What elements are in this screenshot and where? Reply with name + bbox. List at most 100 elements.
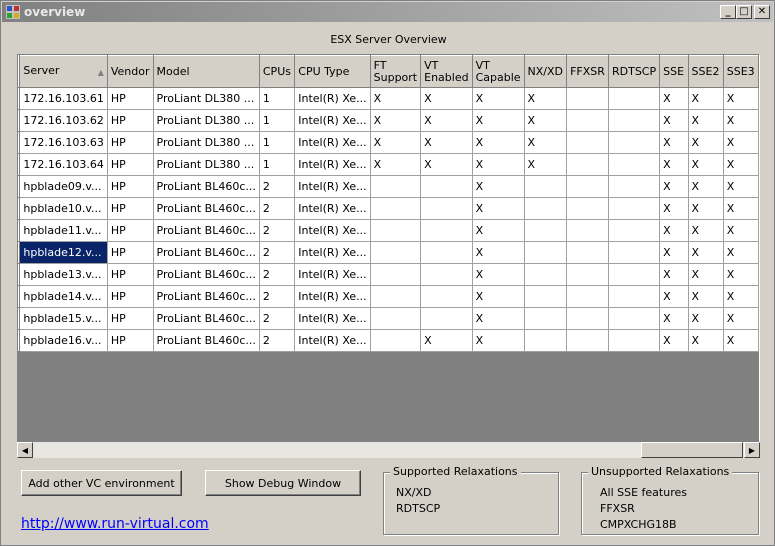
table-cell[interactable]: [420, 263, 473, 286]
table-cell[interactable]: 2: [258, 263, 296, 286]
table-cell[interactable]: X: [659, 109, 689, 132]
table-cell[interactable]: [566, 175, 609, 198]
scroll-right-button[interactable]: ▶: [744, 442, 760, 458]
table-row[interactable]: hpblade15.v... HP ProLiant BL460c... 2 Intel…: [18, 307, 759, 330]
table-cell[interactable]: Intel(R) Xe...: [294, 175, 371, 198]
table-cell[interactable]: X: [659, 87, 689, 110]
title-bar[interactable]: overview _ □ ✕: [2, 2, 773, 22]
table-cell[interactable]: 2: [258, 219, 296, 242]
table-cell[interactable]: X: [722, 219, 759, 242]
table-cell[interactable]: ProLiant BL460c...: [152, 307, 260, 330]
table-cell[interactable]: X: [369, 109, 422, 132]
table-cell[interactable]: [566, 131, 609, 154]
table-cell[interactable]: 2: [258, 175, 296, 198]
table-cell[interactable]: [523, 241, 568, 264]
table-cell[interactable]: [566, 329, 609, 352]
table-cell[interactable]: [369, 175, 422, 198]
table-cell[interactable]: [607, 219, 661, 242]
table-cell[interactable]: ProLiant BL460c...: [152, 219, 260, 242]
table-cell[interactable]: [420, 219, 473, 242]
show-debug-window-button[interactable]: Show Debug Window: [205, 470, 361, 496]
table-cell[interactable]: [607, 153, 661, 176]
table-row[interactable]: hpblade16.v... HP ProLiant BL460c... 2 Intel…: [18, 329, 759, 352]
column-header[interactable]: VT Enabled: [420, 55, 473, 88]
table-cell[interactable]: 1: [258, 109, 296, 132]
column-header[interactable]: SSE3: [722, 55, 759, 88]
table-cell[interactable]: [607, 285, 661, 308]
table-cell[interactable]: X: [523, 153, 568, 176]
table-cell[interactable]: ProLiant BL460c...: [152, 329, 260, 352]
minimize-button[interactable]: _: [720, 5, 736, 19]
table-cell[interactable]: [607, 109, 661, 132]
table-row[interactable]: hpblade11.v... HP ProLiant BL460c... 2 Intel…: [18, 219, 759, 242]
table-cell[interactable]: X: [659, 131, 689, 154]
table-cell[interactable]: [523, 285, 568, 308]
table-cell[interactable]: [566, 263, 609, 286]
table-cell[interactable]: X: [687, 109, 724, 132]
table-cell[interactable]: HP: [106, 87, 154, 110]
table-cell[interactable]: X: [659, 307, 689, 330]
table-cell[interactable]: ProLiant BL460c...: [152, 285, 260, 308]
table-cell[interactable]: X: [523, 87, 568, 110]
table-cell[interactable]: [369, 285, 422, 308]
table-cell[interactable]: X: [659, 263, 689, 286]
table-cell[interactable]: 172.16.103.62: [19, 109, 108, 132]
column-header[interactable]: FFXSR: [566, 55, 609, 88]
table-cell[interactable]: HP: [106, 219, 154, 242]
table-cell[interactable]: Intel(R) Xe...: [294, 263, 371, 286]
table-cell[interactable]: 1: [258, 131, 296, 154]
table-cell[interactable]: X: [420, 131, 473, 154]
website-link[interactable]: http://www.run-virtual.com: [21, 516, 209, 532]
table-cell[interactable]: Intel(R) Xe...: [294, 153, 371, 176]
table-cell[interactable]: hpblade12.v...: [19, 241, 108, 264]
table-cell[interactable]: Intel(R) Xe...: [294, 87, 371, 110]
table-cell[interactable]: Intel(R) Xe...: [294, 219, 371, 242]
table-cell[interactable]: HP: [106, 329, 154, 352]
table-cell[interactable]: X: [687, 175, 724, 198]
horizontal-scrollbar[interactable]: ◀ ▶: [17, 442, 760, 458]
table-cell[interactable]: X: [722, 175, 759, 198]
table-cell[interactable]: Intel(R) Xe...: [294, 307, 371, 330]
table-row[interactable]: hpblade14.v... HP ProLiant BL460c... 2 Intel…: [18, 285, 759, 308]
table-cell[interactable]: X: [659, 329, 689, 352]
column-header[interactable]: CPUs: [258, 55, 296, 88]
table-cell[interactable]: X: [687, 131, 724, 154]
table-cell[interactable]: X: [659, 197, 689, 220]
table-row[interactable]: hpblade12.v... HP ProLiant BL460c... 2 Intel…: [18, 241, 759, 264]
column-header[interactable]: Server ▲: [19, 55, 108, 88]
table-cell[interactable]: HP: [106, 241, 154, 264]
table-cell[interactable]: 172.16.103.63: [19, 131, 108, 154]
table-cell[interactable]: X: [722, 285, 759, 308]
table-cell[interactable]: ProLiant BL460c...: [152, 197, 260, 220]
table-cell[interactable]: ProLiant DL380 ...: [152, 87, 260, 110]
table-cell[interactable]: [566, 153, 609, 176]
table-cell[interactable]: X: [722, 329, 759, 352]
table-cell[interactable]: X: [687, 219, 724, 242]
table-cell[interactable]: [607, 175, 661, 198]
table-cell[interactable]: 2: [258, 285, 296, 308]
table-cell[interactable]: [369, 307, 422, 330]
table-cell[interactable]: HP: [106, 197, 154, 220]
table-cell[interactable]: hpblade10.v...: [19, 197, 108, 220]
add-vc-environment-button[interactable]: Add other VC environment: [21, 470, 182, 496]
table-cell[interactable]: X: [722, 307, 759, 330]
table-cell[interactable]: X: [687, 263, 724, 286]
table-cell[interactable]: Intel(R) Xe...: [294, 131, 371, 154]
table-cell[interactable]: Intel(R) Xe...: [294, 329, 371, 352]
table-cell[interactable]: 1: [258, 87, 296, 110]
table-cell[interactable]: X: [420, 87, 473, 110]
table-cell[interactable]: X: [687, 329, 724, 352]
table-cell[interactable]: [566, 307, 609, 330]
column-header[interactable]: CPU Type: [294, 55, 371, 88]
table-cell[interactable]: X: [471, 285, 525, 308]
table-cell[interactable]: X: [471, 175, 525, 198]
table-cell[interactable]: X: [722, 197, 759, 220]
table-cell[interactable]: [566, 241, 609, 264]
table-cell[interactable]: [523, 329, 568, 352]
maximize-button[interactable]: □: [736, 5, 752, 19]
table-cell[interactable]: 172.16.103.64: [19, 153, 108, 176]
table-cell[interactable]: X: [471, 263, 525, 286]
table-cell[interactable]: X: [369, 153, 422, 176]
table-cell[interactable]: HP: [106, 263, 154, 286]
scroll-left-button[interactable]: ◀: [17, 442, 33, 458]
